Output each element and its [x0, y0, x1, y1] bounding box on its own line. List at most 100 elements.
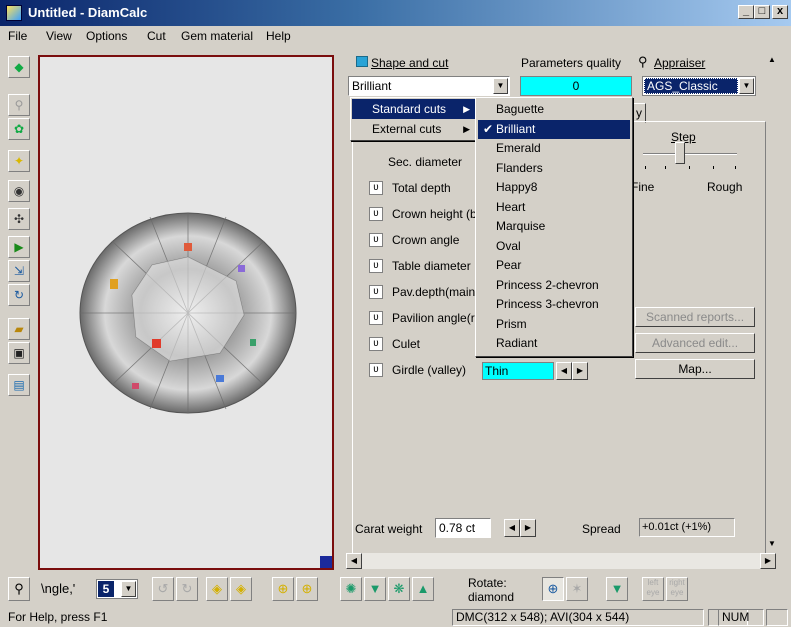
left-eye-button[interactable]: left eye	[642, 577, 664, 601]
param-label: Culet	[392, 337, 421, 351]
shape-select-value: Brilliant	[352, 79, 392, 93]
right-eye-button[interactable]: right eye	[666, 577, 688, 601]
scroll-up-icon[interactable]: ▲	[766, 55, 778, 67]
gem-pavilion-icon[interactable]: ❋	[388, 577, 410, 601]
girdle-field[interactable]: Thin	[482, 362, 554, 380]
open-folder-icon[interactable]: ▰	[8, 318, 30, 340]
arrow-left-icon[interactable]: ◀	[556, 362, 572, 380]
menu-item-happy8[interactable]: Happy8	[478, 178, 630, 198]
checkmark-icon: ✔	[483, 121, 494, 136]
lock-toggle-icon[interactable]: ʋ	[369, 181, 383, 195]
horizontal-scrollbar[interactable]: ◀ ▶	[346, 553, 776, 569]
scroll-left-icon[interactable]: ◀	[346, 553, 362, 569]
rotate-diamond-icon[interactable]: ⊕	[542, 577, 564, 601]
scroll-down-icon[interactable]: ▼	[766, 539, 778, 551]
menu-item-marquise[interactable]: Marquise	[478, 217, 630, 237]
menu-item-prism[interactable]: Prism	[478, 315, 630, 335]
minimize-button[interactable]: _	[738, 5, 754, 19]
lock-toggle-icon[interactable]: ʋ	[369, 233, 383, 247]
close-button[interactable]: x	[772, 5, 788, 19]
step-slider-track	[643, 153, 737, 155]
diamond-viewport[interactable]	[38, 55, 334, 570]
lock-toggle-icon[interactable]: ʋ	[369, 311, 383, 325]
angle-label: \ngle,'	[41, 581, 76, 596]
light-icon[interactable]: ✦	[8, 150, 30, 172]
menu-item-label: Brilliant	[496, 121, 536, 136]
window-title: Untitled - DiamCalc	[28, 5, 148, 20]
gem-side-icon[interactable]: ▼	[364, 577, 386, 601]
scanned-reports-button[interactable]: Scanned reports...	[635, 307, 755, 327]
carat-field[interactable]: 0.78 ct	[435, 518, 491, 538]
param-label: Total depth	[392, 181, 451, 195]
status-bar: For Help, press F1 DMC(312 x 548); AVI(3…	[0, 606, 791, 627]
rotate-cw-icon[interactable]: ↻	[176, 577, 198, 601]
menu-item-heart[interactable]: Heart	[478, 198, 630, 218]
advanced-edit-button[interactable]: Advanced edit...	[635, 333, 755, 353]
menu-options[interactable]: Options	[86, 29, 127, 43]
arrow-left-icon[interactable]: ◀	[504, 519, 520, 537]
menu-item-standard-cuts[interactable]: Standard cuts ▶	[352, 99, 476, 119]
save-icon[interactable]: ▣	[8, 342, 30, 364]
menu-item-brilliant[interactable]: ✔ Brilliant	[478, 119, 630, 139]
move-icon[interactable]: ✣	[8, 208, 30, 230]
rotate-light-icon[interactable]: ✶	[566, 577, 588, 601]
shape-select[interactable]: Brilliant ▼	[348, 76, 510, 96]
rotate-ccw-icon[interactable]: ↺	[152, 577, 174, 601]
magnifier-icon[interactable]: ⚲	[8, 94, 30, 116]
menu-help[interactable]: Help	[266, 29, 291, 43]
menu-cut[interactable]: Cut	[147, 29, 166, 43]
export-icon[interactable]: ⇲	[8, 260, 30, 282]
menu-item-baguette[interactable]: Baguette	[478, 100, 630, 120]
scroll-right-icon[interactable]: ▶	[760, 553, 776, 569]
lock-toggle-icon[interactable]: ʋ	[369, 259, 383, 273]
menu-item-pear[interactable]: Pear	[478, 256, 630, 276]
arrow-right-icon[interactable]: ▶	[572, 362, 588, 380]
camera-icon[interactable]: ◉	[8, 180, 30, 202]
menu-gem-material[interactable]: Gem material	[181, 29, 253, 43]
zoom-icon[interactable]: ⚲	[8, 577, 30, 601]
maximize-button[interactable]: □	[754, 5, 770, 19]
map-button[interactable]: Map...	[635, 359, 755, 379]
param-label: Sec. diameter	[388, 155, 463, 169]
quality-field[interactable]: 0	[520, 76, 632, 96]
menu-item-emerald[interactable]: Emerald	[478, 139, 630, 159]
menu-item-princess-3-chevron[interactable]: Princess 3-chevron	[478, 295, 630, 315]
step-rough-label: Rough	[707, 180, 743, 194]
chevron-down-icon[interactable]: ▼	[493, 78, 508, 94]
palette-icon[interactable]: ✿	[8, 118, 30, 140]
arrow-right-icon[interactable]: ▶	[520, 519, 536, 537]
menu-item-oval[interactable]: Oval	[478, 237, 630, 257]
menu-item-radiant[interactable]: Radiant	[478, 334, 630, 354]
lock-toggle-icon[interactable]: ʋ	[369, 337, 383, 351]
step-slider-thumb[interactable]	[675, 142, 685, 164]
lock-toggle-icon[interactable]: ʋ	[369, 285, 383, 299]
gem-top-icon[interactable]: ✺	[340, 577, 362, 601]
print-icon[interactable]: ▤	[8, 374, 30, 396]
gem-profile-icon[interactable]: ▲	[412, 577, 434, 601]
rotate-label: Rotate:	[468, 576, 507, 590]
chevron-down-icon[interactable]: ▼	[121, 581, 136, 597]
diamond-image	[79, 212, 297, 414]
status-scrl	[766, 609, 788, 626]
gem-icon[interactable]: ◆	[8, 56, 30, 78]
step-fine-label: Fine	[631, 180, 655, 194]
tilt-up-icon[interactable]: ⊕	[272, 577, 294, 601]
menu-view[interactable]: View	[46, 29, 72, 43]
play-icon[interactable]: ▶	[8, 236, 30, 258]
tab-fragment[interactable]: y	[632, 103, 646, 123]
chevron-down-icon[interactable]: ▼	[739, 78, 754, 94]
menu-item-flanders[interactable]: Flanders	[478, 159, 630, 179]
flip-right-icon[interactable]: ◈	[230, 577, 252, 601]
rotate-icon[interactable]: ↻	[8, 284, 30, 306]
menu-file[interactable]: File	[8, 29, 27, 43]
gem-view-icon[interactable]: ▼	[606, 577, 628, 601]
menu-item-external-cuts[interactable]: External cuts ▶	[352, 119, 476, 139]
appraiser-select[interactable]: AGS_Classic ▼	[642, 76, 756, 96]
flip-left-icon[interactable]: ◈	[206, 577, 228, 601]
menu-item-label: External cuts	[372, 122, 442, 136]
angle-select[interactable]: 5 ▼	[96, 579, 138, 599]
menu-item-princess-2-chevron[interactable]: Princess 2-chevron	[478, 276, 630, 296]
tilt-down-icon[interactable]: ⊕	[296, 577, 318, 601]
lock-toggle-icon[interactable]: ʋ	[369, 363, 383, 377]
lock-toggle-icon[interactable]: ʋ	[369, 207, 383, 221]
